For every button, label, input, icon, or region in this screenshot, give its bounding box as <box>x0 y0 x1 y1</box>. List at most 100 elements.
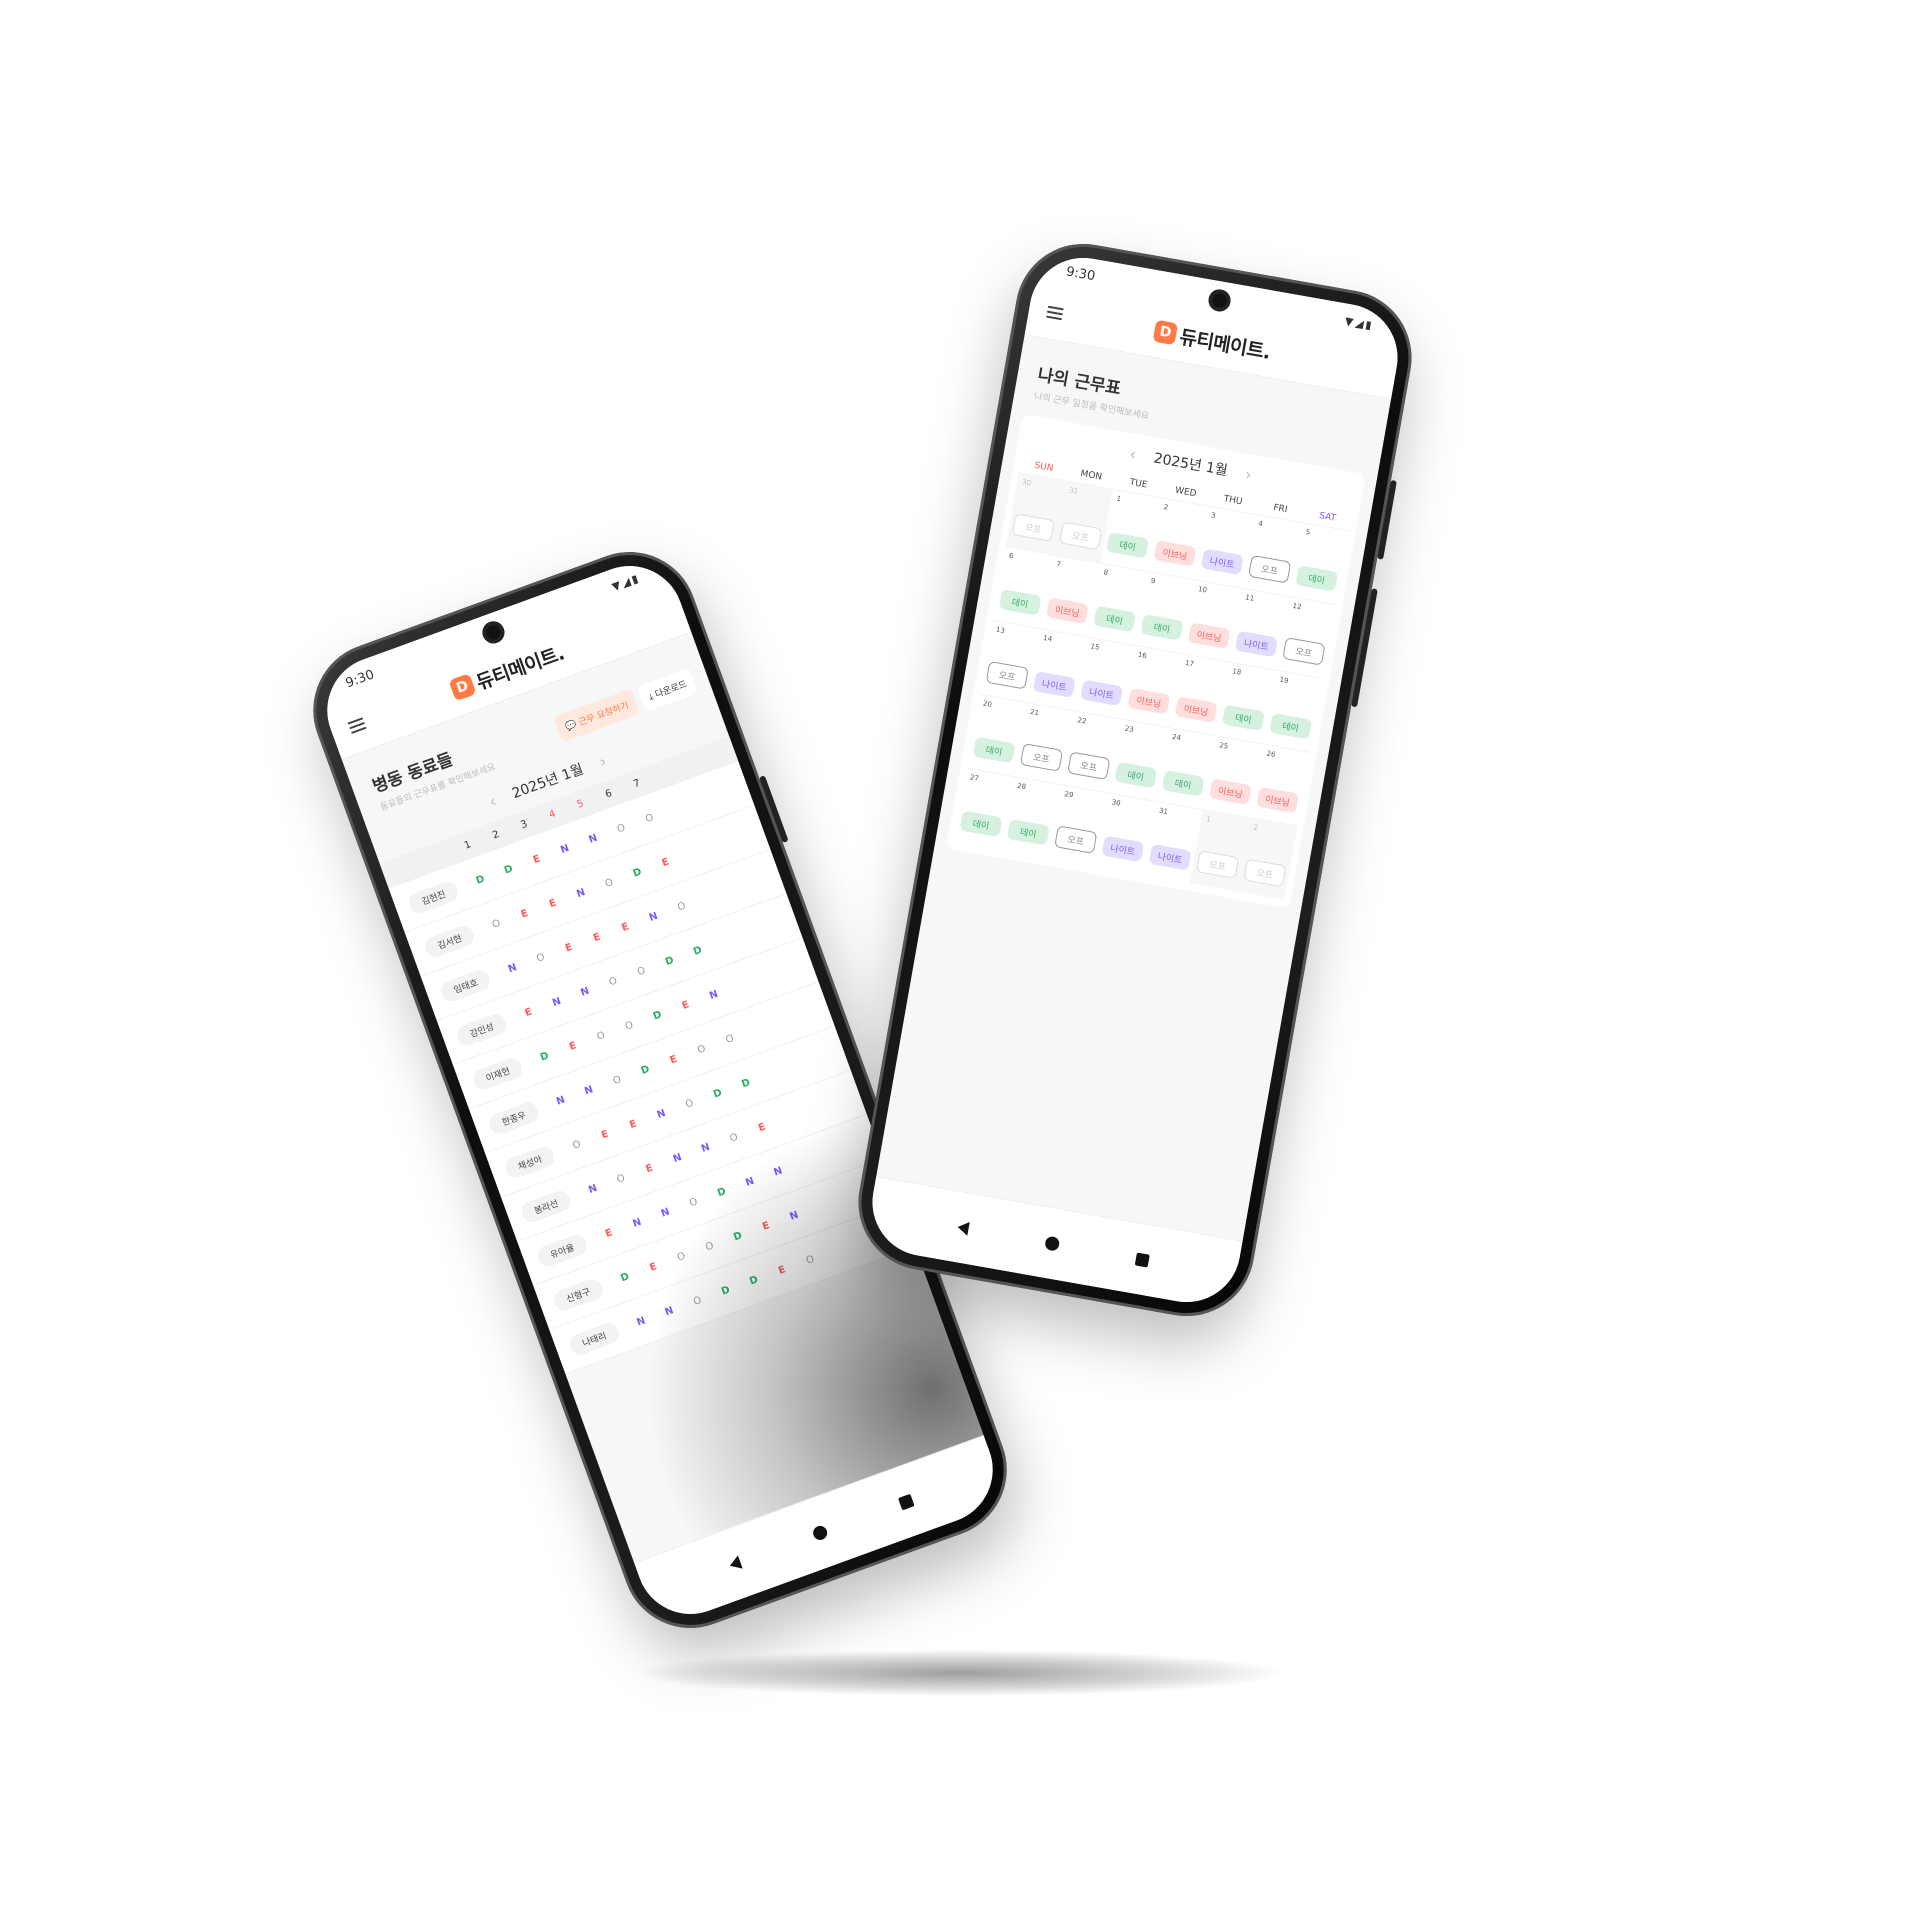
day-number: 24 <box>1171 732 1182 743</box>
shift-cell: O <box>675 1250 687 1264</box>
month-label: 2025년 1월 <box>1152 450 1229 480</box>
shift-cell: O <box>683 1097 696 1111</box>
shift-tag: 데이 <box>998 589 1042 616</box>
shift-cell: E <box>628 1117 639 1131</box>
shift-cell: N <box>744 1175 756 1189</box>
back-icon[interactable] <box>956 1220 970 1236</box>
shift-cell: O <box>687 1195 700 1209</box>
next-month-icon[interactable]: › <box>1244 464 1254 484</box>
shift-cell: N <box>583 1083 595 1097</box>
shift-cell: E <box>547 897 558 910</box>
shift-cell: N <box>587 832 599 846</box>
day-number: 29 <box>1063 790 1074 800</box>
shift-cell: D <box>639 1063 652 1077</box>
day-number: 10 <box>1197 585 1208 595</box>
calendar-card: ‹ 2025년 1월 › SUN MON TUE WED THU FRI SAT 30 오프 3… <box>946 413 1366 909</box>
shift-cell: O <box>611 1073 623 1087</box>
day-number: 16 <box>1137 650 1148 661</box>
next-month-icon[interactable]: › <box>596 751 609 771</box>
shift-cell: E <box>680 998 691 1012</box>
shift-tag: 오프 <box>1195 850 1240 879</box>
shift-tag: 데이 <box>1140 614 1184 641</box>
shift-cell: D <box>502 862 515 877</box>
shift-tag: 오프 <box>985 660 1029 690</box>
shift-cell: D <box>715 1185 728 1199</box>
day-number: 20 <box>982 699 993 709</box>
shift-cell: N <box>707 988 720 1002</box>
colleague-name: 유아율 <box>534 1231 589 1269</box>
shift-cell: N <box>631 1216 643 1230</box>
shift-tag: 나이트 <box>1200 548 1244 576</box>
shift-cell: O <box>623 1019 635 1033</box>
day-number: 1 <box>1115 494 1122 504</box>
back-icon[interactable] <box>727 1555 743 1573</box>
shift-cell: E <box>599 1128 611 1141</box>
shift-tag: 오프 <box>1011 513 1055 542</box>
day-number: 19 <box>1278 675 1290 686</box>
shift-tag: 데이 <box>1114 761 1158 789</box>
day-number: 26 <box>1265 749 1277 759</box>
day-number: 8 <box>1102 568 1109 578</box>
shift-tag: 데이 <box>959 810 1003 838</box>
recent-apps-icon[interactable] <box>897 1493 915 1510</box>
shift-cell: N <box>663 1304 676 1318</box>
shift-cell: O <box>595 1029 607 1043</box>
home-icon[interactable] <box>1044 1235 1061 1252</box>
shift-cell: N <box>699 1141 712 1155</box>
shift-tag: 데이 <box>1222 704 1265 732</box>
shift-tag: 데이 <box>1269 712 1313 740</box>
shift-cell: N <box>788 1209 800 1223</box>
shift-cell: N <box>554 1094 567 1108</box>
right-phone: 9:30 ▼◢▮ D 듀티메이트. 나의 근무표 나의 근무 일정을 확인해보세… <box>847 233 1423 1327</box>
day-number: 2 <box>1163 502 1169 512</box>
shift-tag: 나이트 <box>1080 679 1124 707</box>
shift-cell: O <box>635 964 647 978</box>
shift-tag: 오프 <box>1243 858 1287 888</box>
shift-cell: E <box>603 1226 614 1240</box>
download-label: 다운로드 <box>654 679 689 701</box>
day-number: 1 <box>1205 815 1212 824</box>
day-number: 27 <box>969 773 980 783</box>
day-header: 5 <box>575 798 586 811</box>
prev-month-icon[interactable]: ‹ <box>486 791 499 811</box>
shift-cell: E <box>660 856 671 869</box>
shift-cell: O <box>615 821 627 836</box>
day-number: 2 <box>1252 823 1259 833</box>
day-number: 18 <box>1231 667 1242 677</box>
shift-cell: E <box>648 1260 659 1274</box>
recent-apps-icon[interactable] <box>1134 1252 1150 1268</box>
shift-cell: N <box>586 1182 599 1196</box>
shift-tag: 오프 <box>1019 743 1064 772</box>
day-header: 3 <box>519 818 530 832</box>
brand-logo: D 듀티메이트. <box>1152 317 1273 364</box>
day-number: 9 <box>1150 576 1156 586</box>
shift-cell: N <box>671 1151 684 1165</box>
shift-cell: O <box>691 1294 703 1308</box>
shift-cell: E <box>523 1005 534 1019</box>
colleague-name: 채성아 <box>502 1143 557 1181</box>
shift-tag: 데이 <box>1295 565 1339 592</box>
camera-icon <box>1206 287 1233 314</box>
shift-cell: O <box>804 1253 816 1267</box>
day-number: 22 <box>1076 716 1088 726</box>
home-icon[interactable] <box>811 1523 830 1542</box>
shift-cell: N <box>659 1205 672 1220</box>
day-number: 5 <box>1304 527 1311 537</box>
shift-cell: N <box>575 886 587 900</box>
menu-icon[interactable] <box>1045 305 1064 321</box>
colleague-name: 이재현 <box>470 1055 525 1092</box>
day-number: 30 <box>1111 798 1122 808</box>
shift-cell: E <box>519 907 530 921</box>
prev-month-icon[interactable]: ‹ <box>1128 444 1138 464</box>
day-number: 7 <box>1055 560 1062 569</box>
shift-cell: O <box>703 1239 716 1254</box>
shift-cell: N <box>772 1164 784 1179</box>
shift-cell: E <box>567 1039 578 1053</box>
download-button[interactable]: ⤓ 다운로드 <box>636 667 699 713</box>
menu-icon[interactable] <box>347 717 367 734</box>
day-number: 4 <box>1257 519 1264 529</box>
shift-tag: 나이트 <box>1148 843 1192 871</box>
brand-name: 듀티메이트. <box>1177 325 1273 364</box>
brand-mark: D <box>1152 319 1179 346</box>
shift-tag: 나이트 <box>1235 630 1278 658</box>
